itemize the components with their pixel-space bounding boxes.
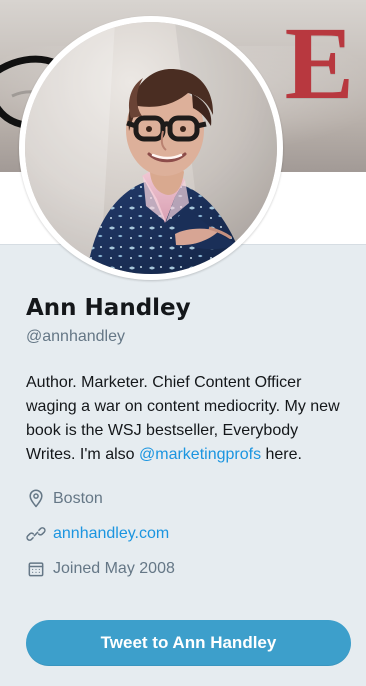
banner-letter: E xyxy=(284,6,356,121)
profile-avatar[interactable] xyxy=(25,22,277,274)
link-icon xyxy=(26,524,46,544)
profile-handle[interactable]: @annhandley xyxy=(26,326,344,348)
profile-meta-list: Boston annhandley.com Joined May 2008 xyxy=(26,481,344,586)
profile-website-link[interactable]: annhandley.com xyxy=(53,522,169,546)
tweet-to-user-button[interactable]: Tweet to Ann Handley xyxy=(26,620,351,666)
profile-name[interactable]: Ann Handley xyxy=(26,292,344,324)
profile-location: Boston xyxy=(53,489,103,507)
profile-website-row: annhandley.com xyxy=(26,516,344,551)
profile-bio-tail: here. xyxy=(261,446,302,463)
calendar-icon xyxy=(26,559,46,579)
profile-info: Ann Handley @annhandley Author. Marketer… xyxy=(26,292,344,586)
profile-bio-mention-link[interactable]: @marketingprofs xyxy=(139,446,261,463)
profile-bio: Author. Marketer. Chief Content Officer … xyxy=(26,371,344,467)
profile-avatar-ring xyxy=(19,16,283,280)
avatar-portrait xyxy=(25,22,277,274)
profile-joined-date: Joined May 2008 xyxy=(53,559,175,577)
location-pin-icon xyxy=(26,489,46,509)
profile-joined-row: Joined May 2008 xyxy=(26,551,344,586)
profile-location-row: Boston xyxy=(26,481,344,516)
